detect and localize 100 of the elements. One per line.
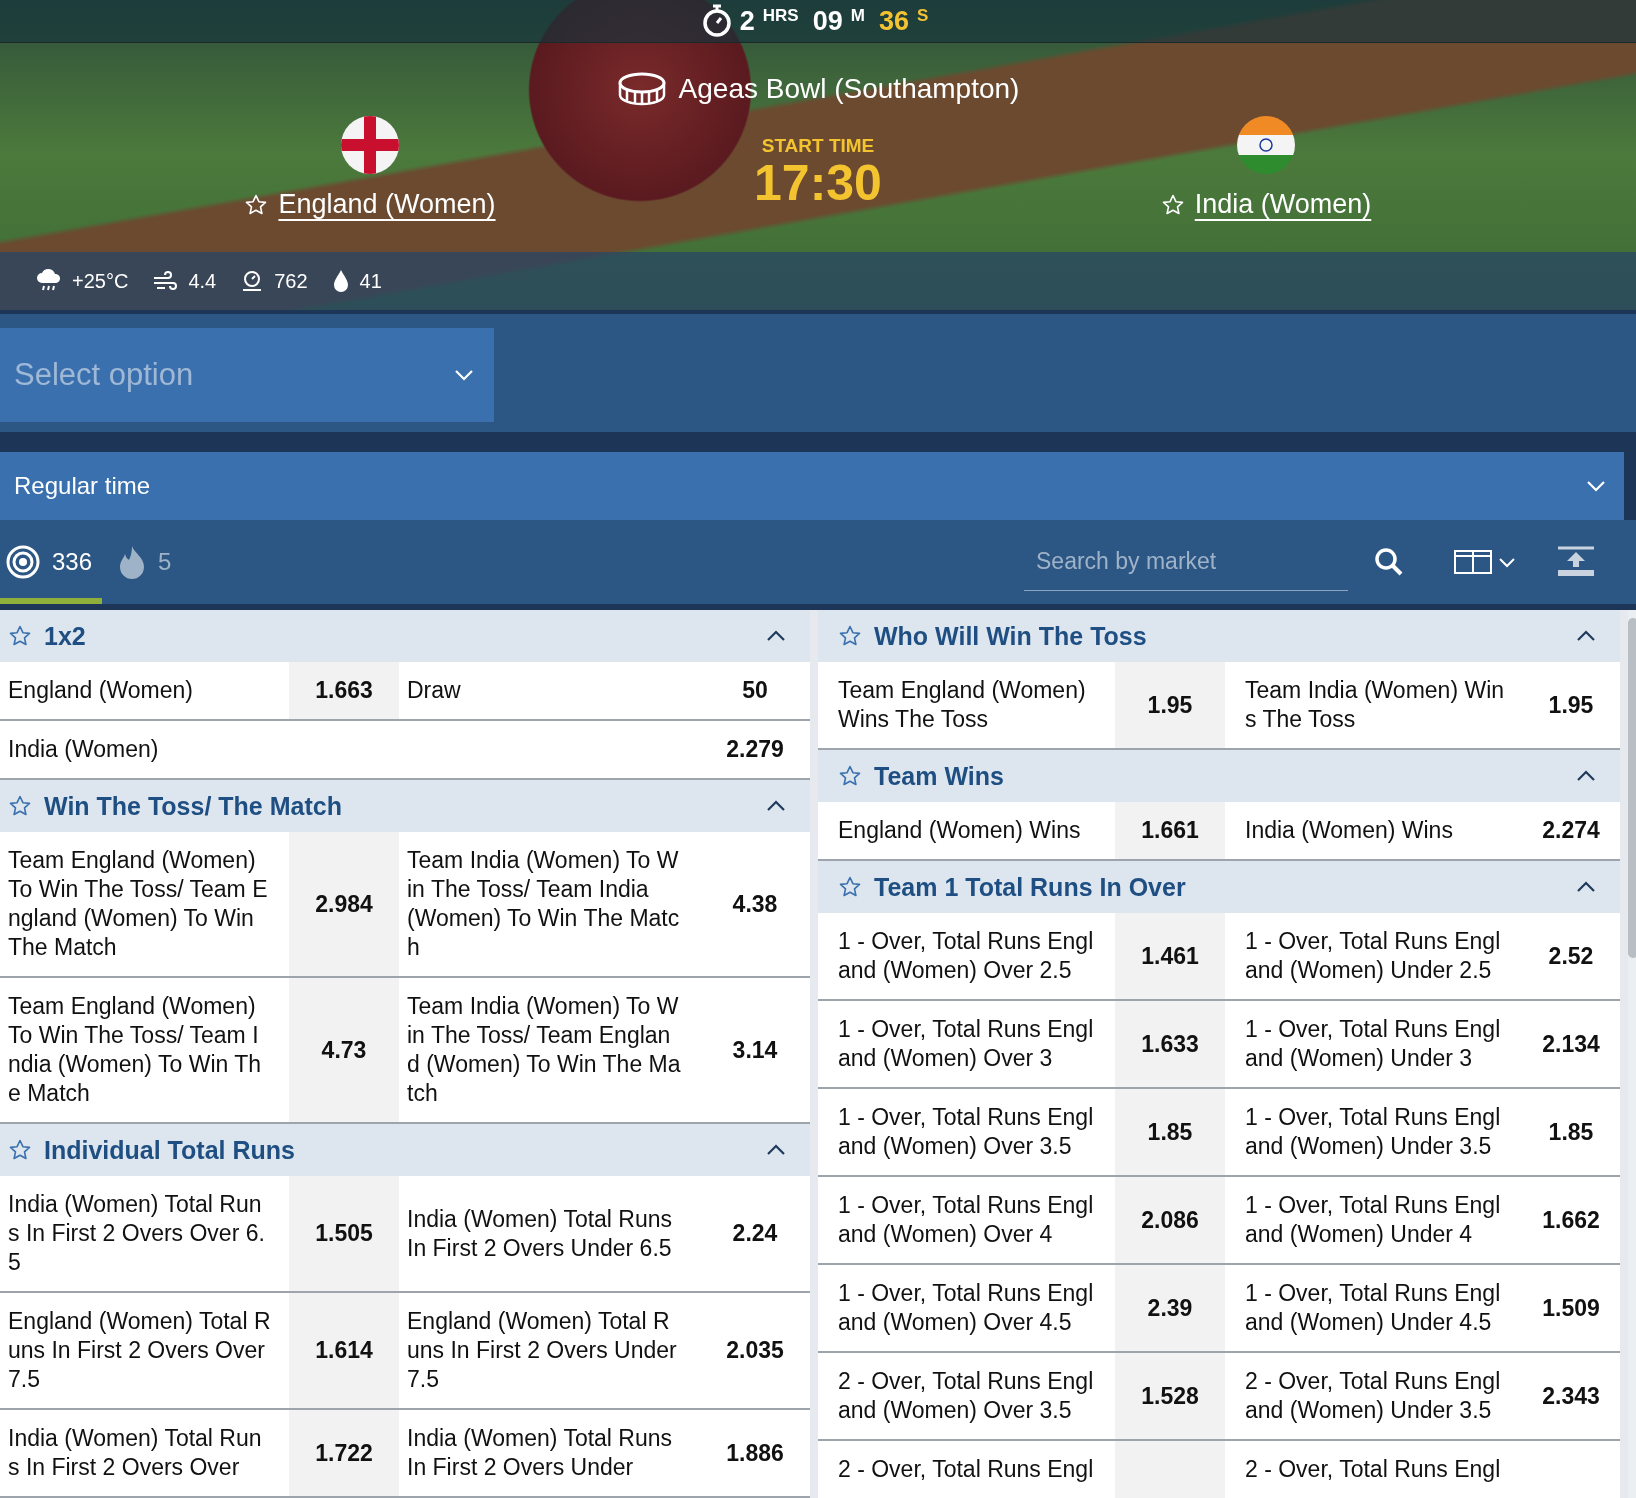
selection-label: Team India (Women) To Win The Toss/ Team England (Women) To Win The Match <box>406 992 682 1108</box>
start-time: 17:30 <box>754 157 882 209</box>
odds-button[interactable]: 1.663 <box>289 662 399 719</box>
market-title: Win The Toss/ The Match <box>44 791 343 821</box>
selection-label: England (Women) Total Runs In First 2 Overs Over 7.5 <box>7 1307 272 1394</box>
market-title: 1x2 <box>44 621 87 651</box>
chevron-up-icon[interactable] <box>1576 881 1596 893</box>
market-header[interactable]: Team Wins <box>818 750 1620 802</box>
scrollbar-thumb[interactable] <box>1628 618 1636 958</box>
star-icon[interactable] <box>838 875 862 899</box>
selection-label: England (Women) Total Runs In First 2 Overs Under 7.5 <box>406 1307 678 1394</box>
odds-button[interactable]: 1.85 <box>1115 1089 1225 1175</box>
market-header[interactable]: Individual Total Runs <box>0 1124 810 1176</box>
countdown-value: 36 <box>878 5 909 37</box>
selection-label: India (Women) <box>7 735 160 764</box>
selection-label: India (Women) Total Runs In First 2 Overs Over 6.5 <box>7 1190 266 1277</box>
chevron-up-icon[interactable] <box>1576 630 1596 642</box>
stopwatch-icon <box>701 4 732 38</box>
selection-label: India (Women) Total Runs In First 2 Overs Over <box>7 1424 263 1482</box>
selection-label: 2 - Over, Total Runs Engl <box>837 1455 1095 1484</box>
weather-value: +25°C <box>72 269 129 293</box>
odds-button[interactable]: 1.633 <box>1115 1001 1225 1087</box>
selection-label: 1 - Over, Total Runs England (Women) Over 4.5 <box>837 1279 1095 1337</box>
selection-label: Team England (Women) Wins The Toss <box>837 676 1087 734</box>
odds-button[interactable]: 1.505 <box>289 1176 399 1291</box>
venue-name: Ageas Bowl (Southampton) <box>678 73 1020 105</box>
star-icon[interactable] <box>1160 192 1185 217</box>
weather-value: 762 <box>274 269 308 293</box>
star-icon[interactable] <box>8 794 32 818</box>
selection-label: Draw <box>406 676 462 705</box>
selection-label: Team India (Women) Wins The Toss <box>1244 676 1506 734</box>
team-link[interactable]: England (Women) <box>278 189 496 220</box>
selection-label: 1 - Over, Total Runs England (Women) Under 3.5 <box>1244 1103 1502 1161</box>
market-header[interactable]: 1x2 <box>0 610 810 662</box>
start-time-label: START TIME <box>761 135 875 157</box>
flame-icon <box>118 545 147 579</box>
selection-label: England (Women) Wins <box>837 816 1082 845</box>
selection-label: India (Women) Wins <box>1244 816 1454 845</box>
star-icon[interactable] <box>244 192 269 217</box>
selection-label: 1 - Over, Total Runs England (Women) Under 3 <box>1244 1015 1502 1073</box>
selection-label: 1 - Over, Total Runs England (Women) Over 4 <box>837 1191 1095 1249</box>
market-header[interactable]: Win The Toss/ The Match <box>0 780 810 832</box>
weather-value: 41 <box>359 269 382 293</box>
countdown-unit: M <box>850 6 865 26</box>
countdown-value: 2 <box>739 5 755 37</box>
odds-button[interactable]: 1.95 <box>1115 662 1225 748</box>
star-icon[interactable] <box>8 1138 32 1162</box>
flag-icon <box>1236 115 1296 175</box>
chevron-up-icon[interactable] <box>766 1144 786 1156</box>
countdown-value: 09 <box>812 5 843 37</box>
chevron-down-icon[interactable] <box>454 369 474 381</box>
selection-label: 1 - Over, Total Runs England (Women) Over 3 <box>837 1015 1095 1073</box>
selection-label: 2 - Over, Total Runs England (Women) Over 3.5 <box>837 1367 1095 1425</box>
selection-label: 1 - Over, Total Runs England (Women) Over 2.5 <box>837 927 1095 985</box>
odds-button[interactable]: 4.73 <box>289 978 399 1122</box>
market-title: Team Wins <box>874 761 1005 791</box>
odds-button[interactable]: 1.661 <box>1115 802 1225 859</box>
period-select[interactable]: Regular time <box>0 452 1624 520</box>
market-header[interactable]: Who Will Win The Toss <box>818 610 1620 662</box>
star-icon[interactable] <box>838 624 862 648</box>
chevron-up-icon[interactable] <box>1576 770 1596 782</box>
caret-icon[interactable] <box>1498 556 1516 568</box>
odds-button[interactable]: 2.984 <box>289 832 399 976</box>
chevron-down-icon[interactable] <box>1586 480 1606 492</box>
drop-icon <box>331 269 350 293</box>
rain-cloud-icon <box>36 269 62 293</box>
chevron-up-icon[interactable] <box>766 800 786 812</box>
star-icon[interactable] <box>8 624 32 648</box>
chevron-up-icon[interactable] <box>766 630 786 642</box>
odds-button[interactable]: 2.086 <box>1115 1177 1225 1263</box>
search-icon[interactable] <box>1374 547 1404 577</box>
market-header[interactable]: Team 1 Total Runs In Over <box>818 861 1620 913</box>
wind-icon <box>152 270 179 292</box>
weather-value: 4.4 <box>188 269 217 293</box>
selection-label: 1 - Over, Total Runs England (Women) Under 4 <box>1244 1191 1502 1249</box>
selection-label: 2 - Over, Total Runs Engl <box>1244 1455 1502 1484</box>
selection-label: England (Women) <box>7 676 194 705</box>
countdown-unit: HRS <box>762 6 799 26</box>
selection-label: India (Women) Total Runs In First 2 Overs Under 6.5 <box>406 1204 674 1263</box>
filter-tab[interactable]: 336 <box>0 520 103 604</box>
odds-button[interactable]: 2.39 <box>1115 1265 1225 1351</box>
columns-icon[interactable] <box>1454 550 1492 574</box>
countdown-unit: S <box>916 6 929 26</box>
market-title: Individual Total Runs <box>44 1135 296 1165</box>
selection-label: Team England (Women) To Win The Toss/ Team India (Women) To Win The Match <box>7 992 263 1108</box>
selection-label: Team England (Women) To Win The Toss/ Team England (Women) To Win The Match <box>7 846 269 962</box>
stadium-icon <box>616 71 667 107</box>
selection-label: 1 - Over, Total Runs England (Women) Under 2.5 <box>1244 927 1502 985</box>
target-icon <box>6 545 40 579</box>
team-link[interactable]: India (Women) <box>1194 189 1372 220</box>
odds-button[interactable]: 1.461 <box>1115 913 1225 999</box>
star-icon[interactable] <box>838 764 862 788</box>
collapse-icon[interactable] <box>1556 546 1596 578</box>
selection-label: India (Women) Total Runs In First 2 Overs Under <box>406 1424 674 1482</box>
odds-button[interactable]: 1.722 <box>289 1410 399 1496</box>
filter-tab[interactable]: 5 <box>112 520 182 604</box>
odds-button[interactable]: 1.614 <box>289 1293 399 1408</box>
search-field[interactable]: Search by market <box>1024 533 1348 591</box>
selection-label: 1 - Over, Total Runs England (Women) Over 3.5 <box>837 1103 1095 1161</box>
odds-button[interactable]: 1.528 <box>1115 1353 1225 1439</box>
